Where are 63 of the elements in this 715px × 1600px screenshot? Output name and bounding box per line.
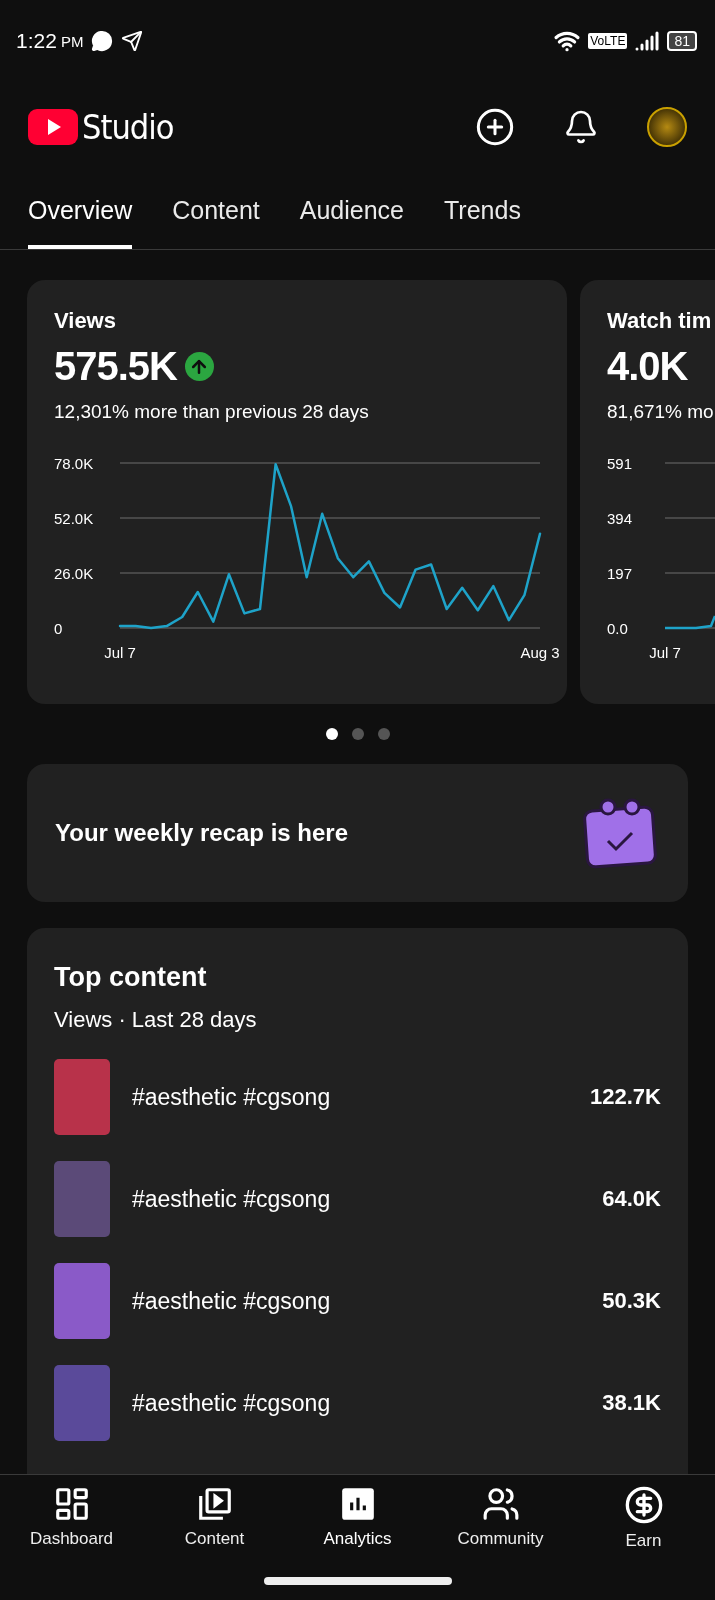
page-dot[interactable] bbox=[351, 728, 364, 740]
nav-item[interactable]: Content bbox=[149, 1485, 280, 1551]
view-count: 50.3K bbox=[602, 1288, 661, 1314]
axis-label: 0.0 bbox=[607, 620, 628, 637]
dollar-icon bbox=[623, 1485, 664, 1525]
nav-label: Dashboard bbox=[29, 1529, 114, 1549]
section-subtitle: Views · Last 28 days bbox=[54, 1007, 258, 1033]
tab[interactable]: Audience bbox=[299, 172, 404, 249]
signal-icon bbox=[635, 29, 660, 53]
recap-card[interactable]: Your weekly recap is here bbox=[27, 764, 688, 902]
axis-label: 26.0K bbox=[54, 565, 94, 582]
video-title[interactable]: #aesthetic #cgsong bbox=[132, 1083, 569, 1111]
page-dot[interactable] bbox=[325, 728, 338, 740]
metric-title: Views bbox=[54, 308, 117, 334]
view-count: 38.1K bbox=[602, 1390, 661, 1416]
line-graph bbox=[665, 615, 715, 630]
nav-item[interactable]: Analytics bbox=[292, 1485, 423, 1551]
nav-label: Content bbox=[184, 1529, 245, 1549]
view-count: 122.7K bbox=[590, 1084, 661, 1110]
axis-label: Jul 7 bbox=[104, 644, 136, 661]
axis-label: 197 bbox=[607, 565, 633, 582]
notification-icon[interactable] bbox=[563, 109, 599, 145]
metric-value: 4.0K bbox=[607, 344, 688, 389]
axis-label: 394 bbox=[607, 510, 633, 527]
battery-level: 81 bbox=[667, 31, 697, 51]
status-period: PM bbox=[60, 32, 84, 50]
nav-label: Community bbox=[457, 1529, 544, 1549]
recap-text: Your weekly recap is here bbox=[55, 819, 349, 847]
tab[interactable]: Trends bbox=[444, 172, 521, 249]
network-type: VoLTE bbox=[588, 33, 628, 49]
video-title[interactable]: #aesthetic #cgsong bbox=[132, 1185, 581, 1213]
metric-title: Watch tim bbox=[607, 308, 713, 334]
avatar[interactable] bbox=[647, 107, 687, 147]
axis-label: Aug 3 bbox=[520, 644, 560, 661]
metric-comparison: 81,671% mo bbox=[607, 401, 715, 423]
axis-label: 591 bbox=[607, 455, 633, 472]
axis-label: 52.0K bbox=[54, 510, 94, 527]
create-icon[interactable] bbox=[475, 107, 515, 147]
video-title[interactable]: #aesthetic #cgsong bbox=[132, 1389, 581, 1417]
paper-plane-icon bbox=[121, 30, 144, 52]
play-logo-icon bbox=[28, 109, 78, 145]
nav-item[interactable]: Community bbox=[435, 1485, 566, 1551]
nav-label: Analytics bbox=[323, 1529, 392, 1549]
axis-label: 0 bbox=[54, 620, 63, 637]
video-title[interactable]: #aesthetic #cgsong bbox=[132, 1287, 581, 1315]
app-name: Studio bbox=[82, 107, 174, 147]
people-icon bbox=[481, 1485, 520, 1523]
metric-card[interactable]: Watch tim 4.0K 81,671% mo 591 394 197 0.0 Jul 7 bbox=[580, 280, 715, 704]
axis-label: 78.0K bbox=[54, 455, 94, 472]
tab[interactable]: Content bbox=[172, 172, 260, 249]
page-dot[interactable] bbox=[377, 728, 390, 740]
nav-item[interactable]: Dashboard bbox=[6, 1485, 137, 1551]
view-count: 64.0K bbox=[602, 1186, 661, 1212]
metric-card[interactable]: Views 575.5K 12,301% more than previous 28 days 78.0K 52.0K 26.0K 0 Jul 7 Aug 3 bbox=[27, 280, 567, 704]
tab[interactable]: Overview bbox=[28, 172, 133, 249]
section-title: Top content bbox=[54, 962, 208, 993]
status-time: 1:22 bbox=[16, 29, 57, 53]
nav-label: Earn bbox=[625, 1531, 662, 1551]
metric-comparison: 12,301% more than previous 28 days bbox=[54, 401, 370, 423]
metric-value: 575.5K bbox=[54, 344, 177, 389]
nav-item[interactable]: Earn bbox=[578, 1485, 709, 1551]
chat-icon bbox=[91, 30, 114, 52]
axis-label: Jul 7 bbox=[649, 644, 681, 661]
